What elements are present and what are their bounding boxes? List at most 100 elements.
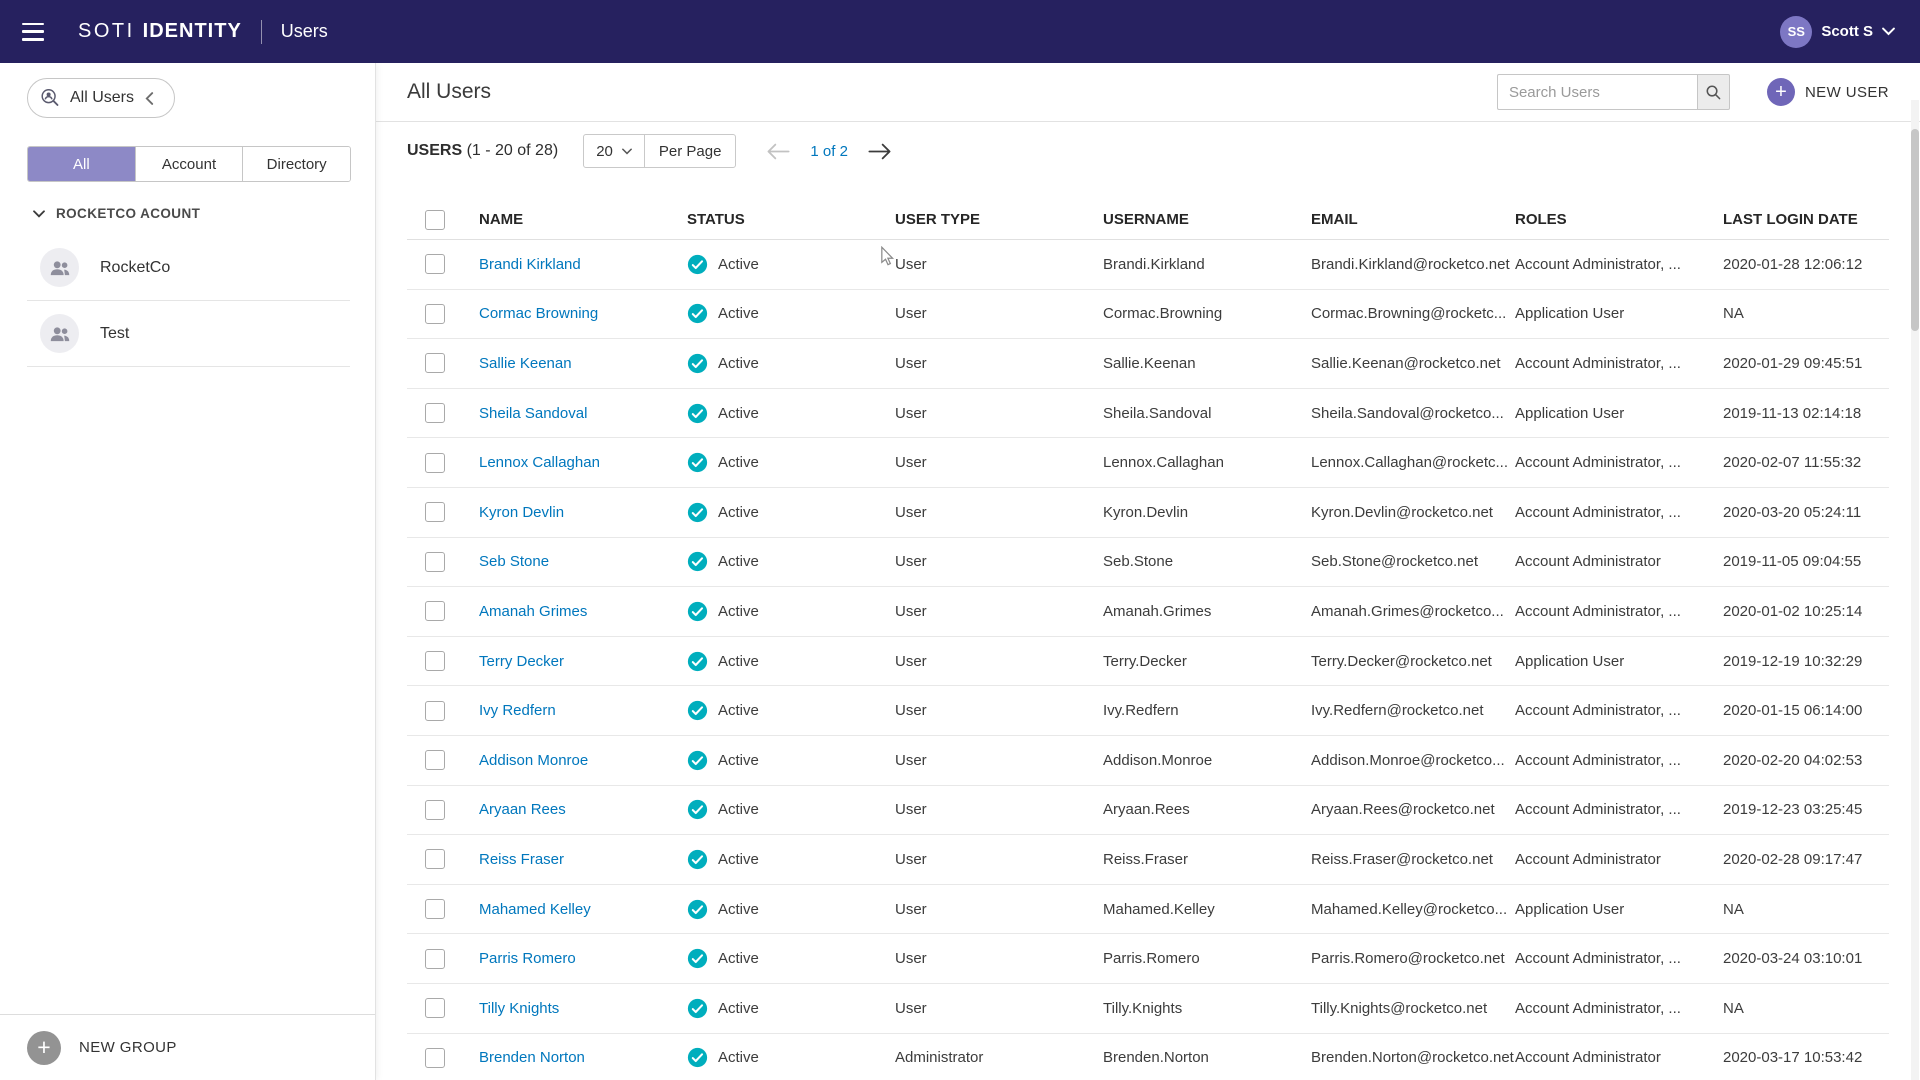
row-checkbox[interactable]: [425, 452, 445, 473]
tab-all[interactable]: All: [28, 147, 135, 181]
user-name-link[interactable]: Sallie Keenan: [479, 355, 572, 372]
user-name-link[interactable]: Seb Stone: [479, 553, 549, 570]
select-all-checkbox[interactable]: [425, 209, 445, 230]
new-user-label: NEW USER: [1804, 83, 1889, 101]
user-name-link[interactable]: Parris Romero: [479, 950, 576, 967]
users-count-label: USERS: [407, 142, 463, 159]
name-cell: Ivy Redfern: [479, 702, 687, 719]
account-section-header[interactable]: ROCKETCO ACOUNT: [33, 206, 200, 221]
tab-account[interactable]: Account: [134, 147, 243, 181]
table-row: Amanah Grimes Active User Amanah.Grimes …: [407, 587, 1889, 637]
user-type-cell: User: [895, 652, 927, 670]
status-label: Active: [718, 999, 759, 1017]
group-label: Test: [100, 324, 130, 342]
row-checkbox[interactable]: [425, 551, 445, 572]
page-size-select[interactable]: 20: [584, 135, 645, 167]
user-name-link[interactable]: Mahamed Kelley: [479, 901, 591, 918]
status-cell: Active: [687, 799, 895, 820]
user-name-link[interactable]: Lennox Callaghan: [479, 454, 600, 471]
row-checkbox[interactable]: [425, 651, 445, 672]
row-checkbox[interactable]: [425, 303, 445, 324]
chevron-left-icon[interactable]: [145, 91, 154, 105]
row-checkbox[interactable]: [425, 899, 445, 920]
user-name-link[interactable]: Ivy Redfern: [479, 702, 556, 719]
column-header-status[interactable]: STATUS: [687, 211, 895, 228]
new-group-button[interactable]: + NEW GROUP: [0, 1014, 375, 1080]
user-type-cell: User: [895, 255, 927, 273]
user-type-cell: User: [895, 305, 927, 323]
prev-page-button[interactable]: [763, 139, 793, 163]
user-name-link[interactable]: Sheila Sandoval: [479, 405, 587, 422]
table-row: Cormac Browning Active User Cormac.Brown…: [407, 290, 1889, 340]
new-group-label: NEW GROUP: [79, 1039, 177, 1056]
per-page-label: Per Page: [658, 142, 722, 160]
email-cell: Reiss.Fraser@rocketco.net: [1311, 850, 1493, 868]
table-body: Brandi Kirkland Active User Brandi.Kirkl…: [407, 240, 1889, 1080]
username-cell: Addison.Monroe: [1103, 751, 1213, 769]
user-name-link[interactable]: Cormac Browning: [479, 305, 598, 322]
menu-icon[interactable]: [22, 22, 44, 41]
group-label: RocketCo: [100, 258, 171, 276]
next-page-button[interactable]: [865, 139, 895, 163]
email-cell: Brandi.Kirkland@rocketco.net: [1311, 255, 1510, 273]
brand-secondary: IDENTITY: [142, 20, 242, 42]
status-label: Active: [718, 1049, 759, 1067]
search-button[interactable]: [1696, 74, 1730, 110]
email-cell: Seb.Stone@rocketco.net: [1311, 553, 1478, 571]
account-section-label: ROCKETCO ACOUNT: [56, 206, 201, 221]
user-name-link[interactable]: Amanah Grimes: [479, 603, 587, 620]
name-cell: Tilly Knights: [479, 1000, 687, 1017]
plus-icon: +: [27, 1030, 61, 1065]
user-name-link[interactable]: Brenden Norton: [479, 1049, 585, 1066]
row-checkbox[interactable]: [425, 254, 445, 275]
row-checkbox[interactable]: [425, 1047, 445, 1068]
row-checkbox[interactable]: [425, 948, 445, 969]
row-checkbox[interactable]: [425, 353, 445, 374]
name-cell: Brandi Kirkland: [479, 256, 687, 273]
active-check-icon: [687, 552, 708, 572]
vertical-scrollbar[interactable]: [1911, 100, 1919, 1080]
user-name-link[interactable]: Aryaan Rees: [479, 801, 566, 818]
row-checkbox[interactable]: [425, 700, 445, 721]
status-cell: Active: [687, 1047, 895, 1068]
user-filter-pill[interactable]: All Users: [27, 78, 175, 118]
row-checkbox[interactable]: [425, 403, 445, 424]
column-header-last-login[interactable]: LAST LOGIN DATE: [1723, 211, 1889, 228]
search-input[interactable]: [1496, 74, 1697, 110]
user-name-link[interactable]: Addison Monroe: [479, 752, 588, 769]
user-menu[interactable]: SS Scott S: [1780, 15, 1895, 48]
scrollbar-thumb[interactable]: [1911, 129, 1919, 331]
column-header-roles[interactable]: ROLES: [1515, 211, 1723, 228]
row-checkbox-cell: [407, 254, 479, 275]
row-checkbox[interactable]: [425, 799, 445, 820]
user-name-link[interactable]: Terry Decker: [479, 653, 564, 670]
users-count-range: (1 - 20 of 28): [466, 142, 559, 159]
table-row: Sheila Sandoval Active User Sheila.Sando…: [407, 389, 1889, 439]
avatar[interactable]: SS: [1780, 15, 1813, 48]
user-name-link[interactable]: Reiss Fraser: [479, 851, 564, 868]
user-type-cell: User: [895, 850, 927, 868]
row-checkbox[interactable]: [425, 601, 445, 622]
user-name-link[interactable]: Brandi Kirkland: [479, 256, 581, 273]
row-checkbox[interactable]: [425, 750, 445, 771]
last-login-cell: 2020-02-20 04:02:53: [1723, 751, 1863, 769]
username-cell: Lennox.Callaghan: [1103, 454, 1224, 472]
row-checkbox[interactable]: [425, 849, 445, 870]
new-user-button[interactable]: + NEW USER: [1766, 78, 1889, 106]
active-check-icon: [687, 304, 708, 324]
user-name-link[interactable]: Tilly Knights: [479, 1000, 559, 1017]
user-name-link[interactable]: Kyron Devlin: [479, 504, 564, 521]
row-checkbox[interactable]: [425, 998, 445, 1019]
column-header-email[interactable]: EMAIL: [1311, 211, 1515, 228]
column-header-user-type[interactable]: USER TYPE: [895, 211, 1103, 228]
group-item[interactable]: Test: [27, 301, 350, 367]
tab-directory[interactable]: Directory: [242, 147, 350, 181]
column-header-name[interactable]: NAME: [479, 211, 687, 228]
status-cell: Active: [687, 899, 895, 920]
row-checkbox-cell: [407, 849, 479, 870]
user-type-cell: User: [895, 354, 927, 372]
row-checkbox[interactable]: [425, 502, 445, 523]
status-cell: Active: [687, 353, 895, 374]
group-item[interactable]: RocketCo: [27, 235, 350, 301]
column-header-username[interactable]: USERNAME: [1103, 211, 1311, 228]
